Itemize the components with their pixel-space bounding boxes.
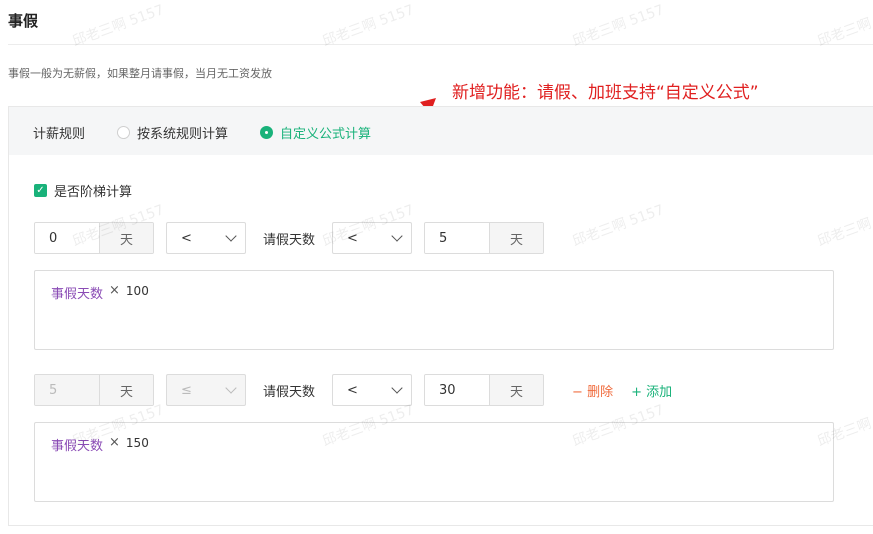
tier1-op2-select[interactable]: < xyxy=(332,222,413,254)
checkbox-checked-icon: ✓ xyxy=(34,184,47,197)
tier2-variable-label: 请假天数 xyxy=(263,384,316,400)
chevron-down-icon xyxy=(225,230,237,242)
minus-icon: − xyxy=(572,384,583,400)
tier1-from-value[interactable]: 0 xyxy=(35,223,99,253)
tier2-from-unit: 天 xyxy=(99,375,153,405)
formula-operator: × xyxy=(109,283,120,298)
tier1-variable-label: 请假天数 xyxy=(263,232,316,248)
tier2-from-value: 5 xyxy=(35,375,99,405)
tier1-op1-value: < xyxy=(181,230,192,246)
salary-rule-bar: 计薪规则 按系统规则计算 自定义公式计算 xyxy=(9,107,873,155)
radio-custom-formula-label: 自定义公式计算 xyxy=(280,127,372,142)
add-tier-label: 添加 xyxy=(646,384,673,400)
radio-system-rule-label: 按系统规则计算 xyxy=(137,127,229,142)
formula-value: 100 xyxy=(125,284,149,298)
tiered-checkbox-label: 是否阶梯计算 xyxy=(54,185,133,200)
tier2-from-input: 5 天 xyxy=(34,374,154,406)
page-subtitle: 事假一般为无薪假，如果整月请事假，当月无工资发放 xyxy=(8,67,272,80)
tiered-checkbox[interactable]: ✓ 是否阶梯计算 xyxy=(34,181,132,200)
tier1-to-value[interactable]: 5 xyxy=(425,223,490,253)
tier1-op1-select[interactable]: < xyxy=(166,222,246,254)
radio-custom-formula[interactable]: 自定义公式计算 xyxy=(260,123,371,142)
formula-variable-tag: 事假天数 xyxy=(51,287,104,302)
tier2-to-input[interactable]: 30 天 xyxy=(424,374,545,406)
tier1-formula-editor[interactable]: 事假天数 × 100 xyxy=(34,270,834,350)
tier1-from-input[interactable]: 0 天 xyxy=(34,222,154,254)
radio-unchecked-icon xyxy=(117,126,130,139)
delete-tier-button[interactable]: − 删除 xyxy=(572,381,613,400)
tier1-to-unit: 天 xyxy=(489,223,544,253)
title-divider xyxy=(8,44,873,45)
formula-variable-tag: 事假天数 xyxy=(51,439,104,454)
tier2-actions: − 删除 + 添加 xyxy=(572,381,672,400)
delete-tier-label: 删除 xyxy=(587,384,614,400)
tier2-op1-value: ≤ xyxy=(181,382,192,398)
add-tier-button[interactable]: + 添加 xyxy=(631,381,672,400)
chevron-down-icon xyxy=(225,382,237,394)
salary-rule-panel: 计薪规则 按系统规则计算 自定义公式计算 ✓ 是否阶梯计算 0 天 < 请假天数… xyxy=(8,106,873,526)
formula-value: 150 xyxy=(125,436,149,450)
radio-checked-icon xyxy=(260,126,273,139)
tier1-to-input[interactable]: 5 天 xyxy=(424,222,545,254)
tier2-op2-select[interactable]: < xyxy=(332,374,413,406)
tier2-formula-editor[interactable]: 事假天数 × 150 xyxy=(34,422,834,502)
radio-system-rule[interactable]: 按系统规则计算 xyxy=(117,123,228,142)
page-title: 事假 xyxy=(8,12,39,30)
tier2-op2-value: < xyxy=(347,382,358,398)
tier-row-2: 5 天 ≤ 请假天数 < 30 天 − 删除 + 添加 xyxy=(34,374,672,406)
tier2-op1-select: ≤ xyxy=(166,374,246,406)
tier1-from-unit: 天 xyxy=(99,223,153,253)
chevron-down-icon xyxy=(391,230,403,242)
tier1-op2-value: < xyxy=(347,230,358,246)
formula-operator: × xyxy=(109,435,120,450)
feature-annotation: 新增功能：请假、加班支持“自定义公式” xyxy=(452,83,759,103)
salary-rule-label: 计薪规则 xyxy=(33,127,86,142)
tier2-to-value[interactable]: 30 xyxy=(425,375,490,405)
chevron-down-icon xyxy=(391,382,403,394)
tier2-to-unit: 天 xyxy=(489,375,544,405)
plus-icon: + xyxy=(631,384,642,400)
tier-row-1: 0 天 < 请假天数 < 5 天 xyxy=(34,222,545,254)
